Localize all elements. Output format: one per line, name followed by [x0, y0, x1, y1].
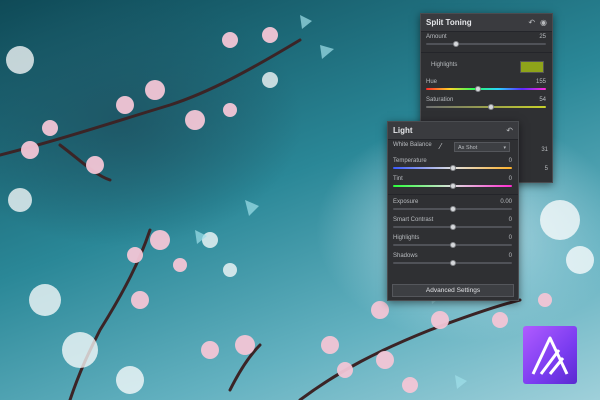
temperature-value[interactable]: 0 — [509, 158, 512, 164]
smart-contrast-slider-row: Smart Contrast 0 — [388, 215, 518, 233]
hue-slider-knob[interactable] — [474, 85, 481, 92]
saturation-label: Saturation — [426, 97, 454, 103]
white-balance-select[interactable]: As Shot ▾ — [454, 142, 510, 152]
amount-slider-row: Amount 25 — [421, 32, 552, 50]
exposure-slider-row: Exposure 0.00 — [388, 197, 518, 215]
highlights-value[interactable]: 0 — [509, 235, 512, 241]
tint-slider[interactable] — [393, 182, 512, 189]
highlights-slider-knob[interactable] — [449, 241, 456, 248]
eye-icon[interactable]: ◉ — [540, 18, 547, 27]
light-header: Light ↶ — [388, 122, 518, 140]
exposure-slider[interactable] — [393, 205, 512, 212]
divider — [388, 194, 518, 195]
advanced-settings-button[interactable]: Advanced Settings — [392, 284, 514, 297]
temperature-label: Temperature — [393, 158, 427, 164]
saturation-slider-row: Saturation 54 — [421, 95, 552, 113]
hue-value[interactable]: 155 — [536, 79, 546, 85]
exposure-value[interactable]: 0.00 — [500, 199, 512, 205]
saturation-slider[interactable] — [426, 103, 546, 110]
chevron-down-icon: ▾ — [503, 145, 506, 151]
hue-slider[interactable] — [426, 85, 546, 92]
temperature-slider[interactable] — [393, 164, 512, 171]
tint-slider-row: Tint 0 — [388, 174, 518, 192]
reset-icon[interactable]: ↶ — [506, 126, 513, 135]
highlights-label: Highlights — [431, 62, 458, 68]
white-balance-selected: As Shot — [458, 145, 478, 151]
highlights-slider[interactable] — [393, 241, 512, 248]
saturation-value[interactable]: 54 — [539, 97, 546, 103]
reset-icon[interactable]: ↶ — [528, 18, 535, 27]
exposure-label: Exposure — [393, 199, 419, 205]
tint-value[interactable]: 0 — [509, 176, 512, 182]
white-balance-row: White Balance ⁄ As Shot ▾ — [388, 140, 518, 156]
eyedropper-icon[interactable]: ⁄ — [440, 142, 441, 151]
amount-slider[interactable] — [426, 40, 546, 47]
tint-slider-knob[interactable] — [449, 182, 456, 189]
highlights-label: Highlights — [393, 235, 420, 241]
shadows-hue-value[interactable]: 31 — [541, 147, 548, 153]
hue-label: Hue — [426, 79, 438, 85]
hue-slider-row: Hue 155 — [421, 77, 552, 95]
exposure-slider-knob[interactable] — [449, 205, 456, 212]
light-panel: Light ↶ White Balance ⁄ As Shot ▾ Temper… — [387, 121, 519, 301]
affinity-photo-logo — [523, 326, 577, 384]
split-toning-title: Split Toning — [426, 18, 472, 27]
shadows-saturation-value[interactable]: 5 — [545, 166, 548, 172]
highlights-color-swatch[interactable] — [520, 61, 544, 73]
tint-label: Tint — [393, 176, 403, 182]
smart-contrast-slider[interactable] — [393, 223, 512, 230]
shadows-label: Shadows — [393, 253, 418, 259]
shadows-slider-knob[interactable] — [449, 259, 456, 266]
highlights-color-row: Highlights — [421, 55, 552, 77]
smart-contrast-label: Smart Contrast — [393, 217, 434, 223]
shadows-slider[interactable] — [393, 259, 512, 266]
saturation-slider-knob[interactable] — [487, 103, 494, 110]
split-toning-header: Split Toning ↶ ◉ — [421, 14, 552, 32]
shadows-slider-row: Shadows 0 — [388, 251, 518, 269]
shadows-value[interactable]: 0 — [509, 253, 512, 259]
logo-mark-icon — [531, 336, 569, 375]
light-title: Light — [393, 126, 413, 135]
temperature-slider-row: Temperature 0 — [388, 156, 518, 174]
smart-contrast-slider-knob[interactable] — [449, 223, 456, 230]
smart-contrast-value[interactable]: 0 — [509, 217, 512, 223]
highlights-slider-row: Highlights 0 — [388, 233, 518, 251]
temperature-slider-knob[interactable] — [449, 164, 456, 171]
white-balance-label: White Balance — [393, 142, 432, 148]
amount-value[interactable]: 25 — [539, 34, 546, 40]
amount-slider-knob[interactable] — [453, 40, 459, 47]
divider — [421, 52, 552, 53]
amount-label: Amount — [426, 34, 447, 40]
